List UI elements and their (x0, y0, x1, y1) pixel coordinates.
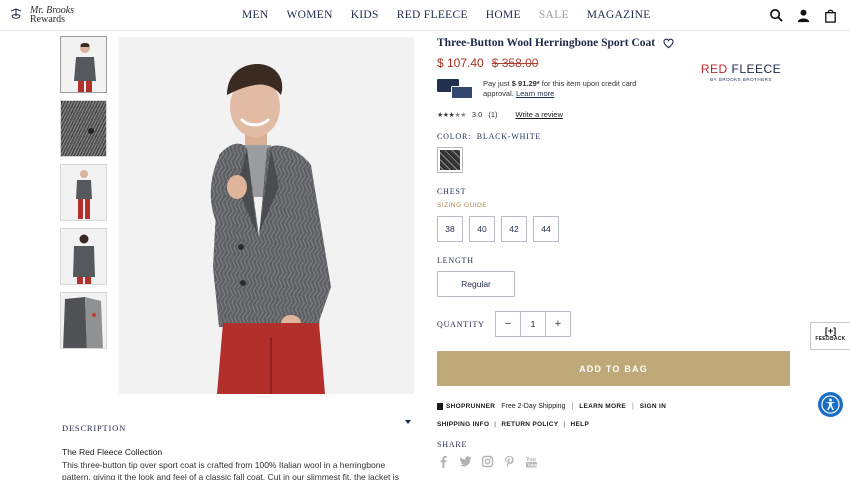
nav-home[interactable]: HOME (486, 9, 521, 21)
shoprunner-label: SHOPRUNNER (446, 403, 496, 410)
card-offer-prefix: Pay just (483, 79, 512, 88)
nav-sale[interactable]: SALE (539, 9, 569, 21)
description-body: This three-button tip over sport coat is… (62, 460, 399, 480)
thumbnail-fabric[interactable] (60, 100, 107, 157)
chest-label: CHEST (437, 187, 467, 196)
chest-size-options: 38 40 42 44 (437, 216, 559, 242)
length-regular-button[interactable]: Regular (437, 271, 515, 297)
nav-women[interactable]: WOMEN (286, 9, 332, 21)
size-38-button[interactable]: 38 (437, 216, 463, 242)
shoprunner-icon (437, 403, 443, 410)
credit-card-icon (437, 79, 475, 101)
color-label-row: COLOR: BLACK-WHITE (437, 132, 541, 141)
color-swatch-black-white[interactable] (437, 147, 463, 173)
chevron-down-icon (405, 420, 411, 424)
rating-count: (1) (488, 110, 498, 119)
share-label: SHARE (437, 440, 468, 449)
shoprunner-learn-more-link[interactable]: LEARN MORE (579, 403, 626, 410)
size-44-button[interactable]: 44 (533, 216, 559, 242)
shoprunner-row: SHOPRUNNER Free 2-Day Shipping | LEARN M… (437, 403, 666, 410)
thumbnail-back[interactable] (60, 228, 107, 285)
brand-logo-sub: BY BROOKS BROTHERS (710, 77, 772, 82)
golden-fleece-icon (10, 8, 22, 19)
quantity-value[interactable]: 1 (520, 312, 546, 336)
thumbnail-side[interactable] (60, 164, 107, 221)
feedback-icon: [+] (824, 326, 837, 336)
thumbnail-lining[interactable] (60, 292, 107, 349)
facebook-icon[interactable] (437, 455, 450, 468)
write-review-link[interactable]: Write a review (516, 110, 563, 119)
return-policy-link[interactable]: RETURN POLICY (501, 421, 558, 428)
price-row: $ 107.40 $ 358.00 (437, 56, 538, 70)
nav-magazine[interactable]: MAGAZINE (587, 9, 651, 21)
feedback-label: FEEDBACK (815, 336, 846, 342)
sizing-guide-link[interactable]: SIZING GUIDE (437, 202, 487, 209)
shipping-info-link[interactable]: SHIPPING INFO (437, 421, 489, 428)
help-link[interactable]: HELP (571, 421, 590, 428)
product-title: Three-Button Wool Herringbone Sport Coat (437, 37, 656, 49)
length-label: LENGTH (437, 256, 474, 265)
sale-price: $ 107.40 (437, 56, 484, 70)
learn-more-link[interactable]: Learn more (516, 89, 554, 98)
main-nav: MEN WOMEN KIDS RED FLEECE HOME SALE MAGA… (242, 9, 669, 21)
card-offer-amount: $ 91.29* (511, 79, 540, 88)
description-subtitle: The Red Fleece Collection (62, 447, 163, 457)
youtube-icon[interactable]: You Tube (525, 455, 538, 468)
account-icon[interactable] (796, 8, 811, 23)
color-label: COLOR: (437, 132, 472, 141)
product-main-image[interactable] (119, 37, 414, 394)
quantity-stepper: − 1 + (495, 311, 571, 337)
model-in-coat-image (119, 37, 414, 394)
star-rating-icon: ★★★★★ (437, 111, 466, 119)
header-icons (769, 8, 838, 23)
rewards-logo[interactable]: Mr. Brooks Rewards (8, 6, 74, 25)
accessibility-icon (821, 395, 840, 414)
size-40-button[interactable]: 40 (469, 216, 495, 242)
search-icon[interactable] (769, 8, 784, 23)
social-share-icons: You Tube (437, 455, 538, 468)
nav-red-fleece[interactable]: RED FLEECE (397, 9, 468, 21)
pinterest-icon[interactable] (503, 455, 516, 468)
increment-button[interactable]: + (546, 312, 570, 336)
credit-card-offer: Pay just $ 91.29* for this item upon cre… (437, 79, 663, 101)
shoprunner-sign-in-link[interactable]: SIGN IN (640, 403, 666, 410)
product-title-row: Three-Button Wool Herringbone Sport Coat (437, 37, 674, 49)
size-42-button[interactable]: 42 (501, 216, 527, 242)
thumbnail-list (60, 36, 107, 356)
quantity-label: QUANTITY (437, 320, 485, 329)
twitter-icon[interactable] (459, 455, 472, 468)
free-shipping-text: Free 2-Day Shipping (501, 403, 566, 410)
brand-logo-main: RED FLEECE (700, 62, 782, 76)
rating-row: ★★★★★ 3.0 (1) Write a review (437, 110, 563, 119)
red-fleece-logo: RED FLEECE BY BROOKS BROTHERS (698, 62, 784, 82)
nav-men[interactable]: MEN (242, 9, 268, 21)
heart-icon[interactable] (663, 38, 674, 49)
rating-value: 3.0 (471, 110, 483, 119)
original-price: $ 358.00 (491, 56, 539, 70)
accessibility-button[interactable] (818, 392, 843, 417)
instagram-icon[interactable] (481, 455, 494, 468)
shoprunner-logo: SHOPRUNNER (437, 403, 495, 410)
decrement-button[interactable]: − (496, 312, 520, 336)
add-to-bag-button[interactable]: ADD TO BAG (437, 351, 790, 386)
description-label: DESCRIPTION (62, 423, 127, 433)
site-header: Mr. Brooks Rewards MEN WOMEN KIDS RED FL… (0, 0, 850, 31)
color-value: BLACK-WHITE (476, 132, 542, 141)
feedback-tab[interactable]: [+] FEEDBACK (810, 322, 850, 350)
nav-kids[interactable]: KIDS (351, 9, 379, 21)
thumbnail-front[interactable] (60, 36, 107, 93)
logo-line2: Rewards (30, 14, 65, 25)
card-offer-text: Pay just $ 91.29* for this item upon cre… (483, 79, 663, 101)
info-links: SHIPPING INFO | RETURN POLICY | HELP (437, 421, 590, 428)
svg-text:Tube: Tube (527, 462, 538, 467)
description-toggle[interactable]: DESCRIPTION (62, 418, 414, 434)
bag-icon[interactable] (823, 8, 838, 23)
